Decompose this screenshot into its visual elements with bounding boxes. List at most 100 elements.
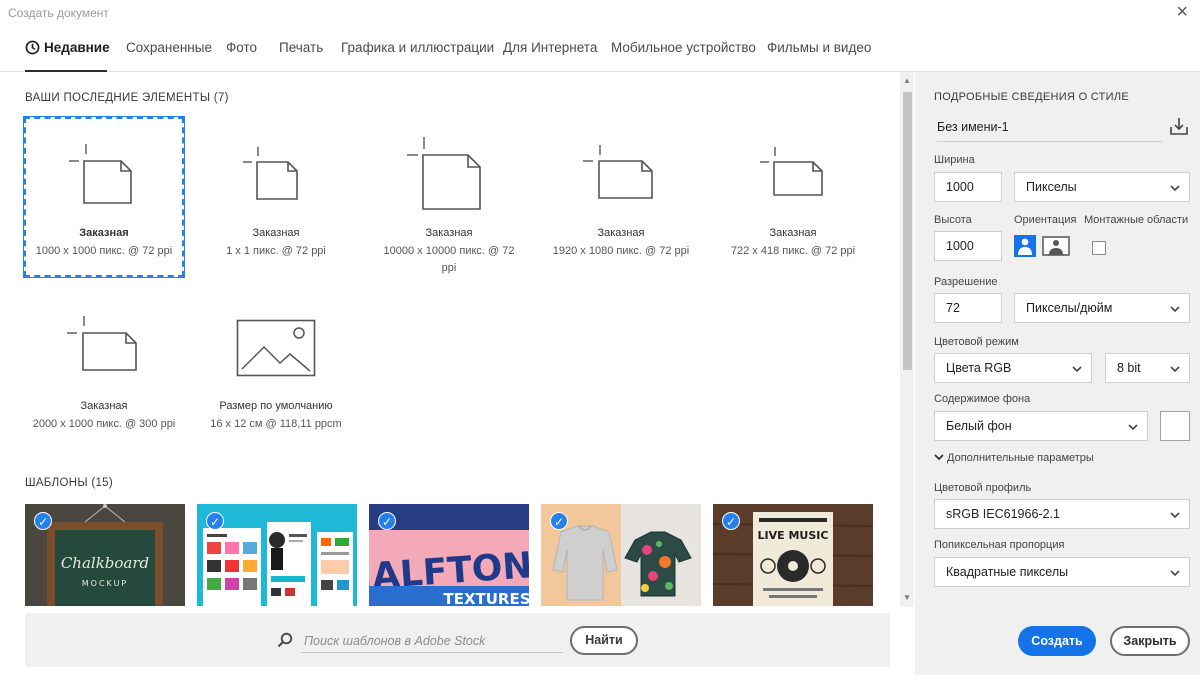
tab-label: Недавние: [44, 40, 110, 55]
color-mode-select[interactable]: Цвета RGB: [934, 353, 1092, 383]
template-apparel-mockup[interactable]: ✓: [541, 504, 701, 606]
stock-search-input[interactable]: [301, 629, 563, 653]
check-icon: ✓: [550, 512, 568, 530]
recent-title-text: ВАШИ ПОСЛЕДНИЕ ЭЛЕМЕНТЫ: [25, 92, 211, 104]
resolution-unit-value: Пикселы/дюйм: [1026, 301, 1113, 315]
tab-saved[interactable]: Сохраненные: [126, 40, 212, 55]
recent-section-title: ВАШИ ПОСЛЕДНИЕ ЭЛЕМЕНТЫ (7): [25, 92, 229, 104]
window-close-button[interactable]: ×: [1176, 2, 1188, 22]
recent-item[interactable]: Заказная 2000 x 1000 пикс. @ 300 ppi: [24, 292, 184, 452]
template-live-music-poster[interactable]: LIVE MUSIC ✓: [713, 504, 873, 606]
tab-recent[interactable]: Недавние: [25, 40, 110, 55]
check-icon: ✓: [34, 512, 52, 530]
check-icon: ✓: [206, 512, 224, 530]
width-unit-select[interactable]: Пикселы: [1014, 172, 1190, 202]
color-mode-value: Цвета RGB: [946, 361, 1012, 375]
scroll-down-arrow-icon[interactable]: ▼: [900, 591, 914, 605]
item-dimensions: 1000 x 1000 пикс. @ 72 ppi: [35, 245, 173, 257]
artboards-checkbox[interactable]: [1092, 241, 1106, 255]
resolution-input[interactable]: 72: [934, 293, 1002, 323]
item-name: Заказная: [425, 227, 473, 239]
item-dimensions: 1920 x 1080 пикс. @ 72 ppi: [552, 245, 690, 257]
orientation-label: Ориентация: [1014, 214, 1077, 226]
template-text: LIVE MUSIC: [758, 529, 829, 542]
width-unit-value: Пикселы: [1026, 180, 1077, 194]
title-bar: Создать документ ×: [0, 0, 1200, 26]
color-profile-value: sRGB IEC61966-2.1: [946, 507, 1060, 521]
recent-item[interactable]: Заказная 1000 x 1000 пикс. @ 72 ppi: [24, 117, 184, 277]
search-icon: [277, 632, 293, 648]
background-select[interactable]: Белый фон: [934, 411, 1148, 441]
recent-item[interactable]: Заказная 722 x 418 пикс. @ 72 ppi: [713, 117, 873, 277]
template-chalkboard-mockup[interactable]: Chalkboard MOCKUP ✓: [25, 504, 185, 606]
resolution-label: Разрешение: [934, 276, 998, 288]
item-name: Заказная: [79, 227, 129, 239]
chevron-down-icon: [1170, 306, 1180, 313]
item-name: Заказная: [769, 227, 817, 239]
height-label: Высота: [934, 214, 972, 226]
scrollbar-thumb[interactable]: [903, 92, 912, 370]
template-web-ecommerce[interactable]: ✓: [197, 504, 357, 606]
bit-depth-value: 8 bit: [1117, 361, 1141, 375]
landscape-orientation-icon[interactable]: [1042, 234, 1070, 258]
custom-document-icon: [760, 147, 823, 196]
recent-count: (7): [213, 92, 229, 104]
tab-web[interactable]: Для Интернета: [503, 40, 597, 55]
tab-film-video[interactable]: Фильмы и видео: [767, 40, 871, 55]
chevron-down-icon: [1128, 424, 1138, 431]
color-mode-label: Цветовой режим: [934, 336, 1019, 348]
templates-count: (15): [91, 477, 113, 489]
details-title: ПОДРОБНЫЕ СВЕДЕНИЯ О СТИЛЕ: [934, 91, 1130, 103]
recent-item[interactable]: Заказная 10000 x 10000 пикс. @ 72 ppi: [369, 117, 529, 277]
close-button[interactable]: Закрыть: [1110, 626, 1190, 656]
find-button[interactable]: Найти: [570, 626, 638, 655]
pixel-aspect-label: Попиксельная пропорция: [934, 539, 1065, 551]
clock-icon: [25, 40, 40, 55]
resolution-unit-select[interactable]: Пикселы/дюйм: [1014, 293, 1190, 323]
template-text: Chalkboard: [61, 554, 149, 572]
recent-item[interactable]: Размер по умолчанию 16 x 12 см @ 118,11 …: [196, 292, 356, 452]
item-name: Размер по умолчанию: [219, 400, 333, 412]
presets-panel: ВАШИ ПОСЛЕДНИЕ ЭЛЕМЕНТЫ (7) Заказная 100…: [0, 72, 900, 675]
custom-document-icon: [243, 147, 298, 200]
document-name-field[interactable]: Без имени-1: [937, 116, 1162, 142]
item-name: Заказная: [252, 227, 300, 239]
item-name: Заказная: [80, 400, 128, 412]
tab-print[interactable]: Печать: [279, 40, 323, 55]
item-dimensions: 722 x 418 пикс. @ 72 ppi: [730, 245, 856, 257]
tab-photo[interactable]: Фото: [226, 40, 257, 55]
chevron-down-icon: [934, 454, 944, 461]
templates-title-text: ШАБЛОНЫ: [25, 477, 88, 489]
save-preset-icon[interactable]: [1169, 116, 1189, 136]
chevron-down-icon: [1072, 366, 1082, 373]
stock-search-bar: Найти: [25, 613, 890, 667]
tab-art-illustration[interactable]: Графика и иллюстрации: [341, 40, 494, 55]
width-input[interactable]: 1000: [934, 172, 1002, 202]
custom-document-icon: [69, 144, 132, 204]
scroll-up-arrow-icon[interactable]: ▲: [900, 74, 914, 88]
tab-mobile[interactable]: Мобильное устройство: [611, 40, 756, 55]
template-halftone-textures[interactable]: HALFTONE TEXTURES ✓: [369, 504, 529, 606]
recent-item[interactable]: Заказная 1 x 1 пикс. @ 72 ppi: [196, 117, 356, 277]
background-value: Белый фон: [946, 419, 1012, 433]
portrait-orientation-icon[interactable]: [1013, 234, 1037, 258]
bit-depth-select[interactable]: 8 bit: [1105, 353, 1190, 383]
color-profile-select[interactable]: sRGB IEC61966-2.1: [934, 499, 1190, 529]
chevron-down-icon: [1170, 185, 1180, 192]
item-dimensions: 2000 x 1000 пикс. @ 300 ppi: [32, 418, 176, 430]
recent-item[interactable]: Заказная 1920 x 1080 пикс. @ 72 ppi: [541, 117, 701, 277]
background-color-swatch[interactable]: [1160, 411, 1190, 441]
pixel-aspect-select[interactable]: Квадратные пикселы: [934, 557, 1190, 587]
advanced-label: Дополнительные параметры: [947, 452, 1094, 464]
advanced-options-toggle[interactable]: Дополнительные параметры: [934, 452, 1094, 464]
pixel-aspect-value: Квадратные пикселы: [946, 565, 1069, 579]
item-name: Заказная: [597, 227, 645, 239]
artboards-label: Монтажные области: [1084, 214, 1189, 226]
category-tabs: Недавние Сохраненные Фото Печать Графика…: [0, 26, 1200, 72]
check-icon: ✓: [722, 512, 740, 530]
create-button[interactable]: Создать: [1018, 626, 1096, 656]
height-input[interactable]: 1000: [934, 231, 1002, 261]
color-profile-label: Цветовой профиль: [934, 482, 1032, 494]
width-label: Ширина: [934, 154, 975, 166]
chevron-down-icon: [1170, 366, 1180, 373]
